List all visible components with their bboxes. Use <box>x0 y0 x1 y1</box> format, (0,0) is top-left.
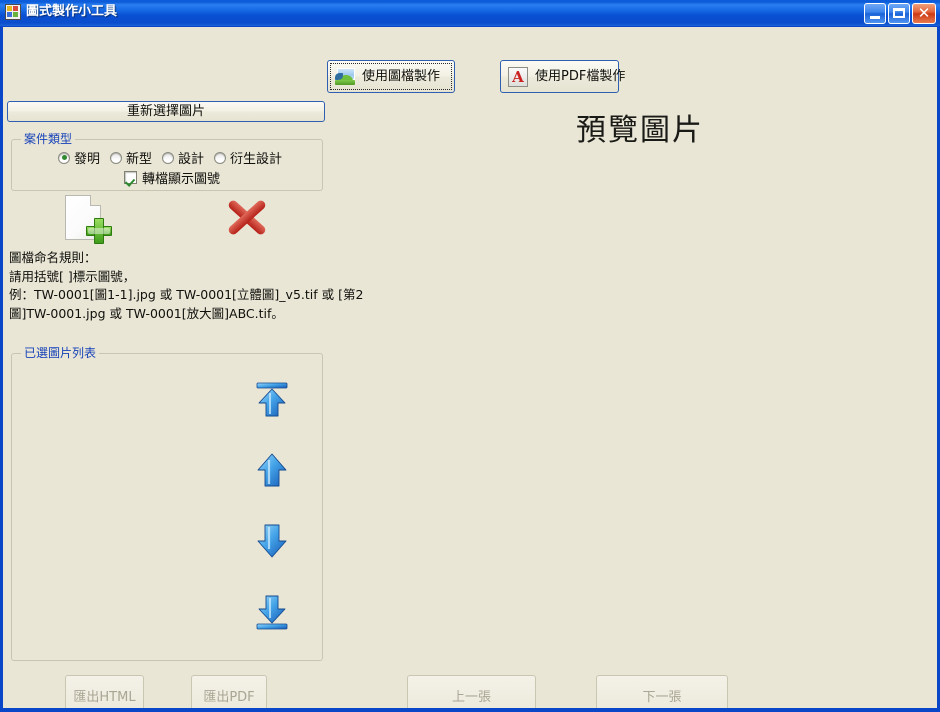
move-to-bottom-button[interactable] <box>252 592 292 632</box>
case-type-title: 案件類型 <box>21 132 76 146</box>
previous-image-button[interactable]: 上一張 <box>407 675 536 708</box>
close-button[interactable]: ✕ <box>912 3 936 24</box>
next-image-button[interactable]: 下一張 <box>596 675 728 708</box>
checkbox-label: 轉檔顯示圖號 <box>142 172 221 187</box>
radio-derivative-design[interactable]: 衍生設計 <box>214 148 282 167</box>
naming-rules-line-1: 圖檔命名規則： <box>9 250 97 265</box>
next-image-label: 下一張 <box>642 690 682 705</box>
selected-images-groupbox: 已選圖片列表 <box>11 346 323 661</box>
use-image-file-button[interactable]: 使用圖檔製作 <box>327 60 455 93</box>
close-icon: ✕ <box>917 4 931 22</box>
window-title: 圖式製作小工具 <box>26 4 118 19</box>
application-window: 圖式製作小工具 ✕ 使用圖檔製作 A 使用PDF檔製作 重新選擇圖片 案件類型 … <box>0 0 940 712</box>
reselect-images-button[interactable]: 重新選擇圖片 <box>7 101 325 122</box>
radio-design-dot <box>162 151 175 164</box>
add-file-icon[interactable] <box>63 195 117 245</box>
arrow-to-bottom-icon <box>256 595 288 630</box>
radio-utility-model-dot <box>110 151 123 164</box>
maximize-button[interactable] <box>888 3 910 24</box>
naming-rules-line-2: 請用括號[ ]標示圖號， <box>9 268 136 284</box>
radio-design[interactable]: 設計 <box>162 148 204 167</box>
title-bar-left: 圖式製作小工具 <box>5 3 117 21</box>
naming-rules-line-4: 圖]TW-0001.jpg 或 TW-0001[放大圖]ABC.tif。 <box>9 305 284 321</box>
radio-derivative-design-dot <box>214 151 227 164</box>
radio-invention-dot <box>58 151 70 164</box>
use-pdf-file-label: 使用PDF檔製作 <box>535 69 626 84</box>
selected-images-title: 已選圖片列表 <box>21 346 100 360</box>
case-type-radio-group: 發明 新型 設計 衍生設計 <box>58 148 282 167</box>
use-image-file-label: 使用圖檔製作 <box>362 69 441 84</box>
minimize-icon <box>870 16 880 19</box>
arrow-to-top-icon <box>256 382 288 417</box>
picture-icon <box>335 68 355 85</box>
radio-invention[interactable]: 發明 <box>58 148 100 167</box>
client-area: 使用圖檔製作 A 使用PDF檔製作 重新選擇圖片 案件類型 發明 新型 設計 衍… <box>3 27 937 708</box>
arrow-down-icon <box>257 524 287 558</box>
radio-utility-model[interactable]: 新型 <box>110 148 152 167</box>
preview-title: 預覽圖片 <box>576 113 704 148</box>
radio-invention-label: 發明 <box>74 152 101 167</box>
app-icon <box>5 4 21 20</box>
case-type-groupbox: 案件類型 發明 新型 設計 衍生設計 轉檔顯示圖號 <box>11 132 323 191</box>
show-figure-number-checkbox[interactable]: 轉檔顯示圖號 <box>124 168 220 187</box>
title-bar: 圖式製作小工具 ✕ <box>0 0 940 27</box>
move-down-button[interactable] <box>252 521 292 561</box>
export-html-button[interactable]: 匯出HTML <box>65 675 144 708</box>
export-pdf-button[interactable]: 匯出PDF <box>191 675 267 708</box>
document-fold <box>90 195 101 206</box>
previous-image-label: 上一張 <box>451 690 491 705</box>
preview-image-area[interactable] <box>343 147 928 652</box>
radio-utility-model-label: 新型 <box>126 152 153 167</box>
use-pdf-file-button[interactable]: A 使用PDF檔製作 <box>500 60 625 93</box>
naming-rules-text: 圖檔命名規則： 請用括號[ ]標示圖號， 例：TW-0001[圖1-1].jpg… <box>9 249 364 323</box>
reselect-images-label: 重新選擇圖片 <box>126 104 205 119</box>
move-up-button[interactable] <box>252 450 292 490</box>
naming-rules-line-3: 例：TW-0001[圖1-1].jpg 或 TW-0001[立體圖]_v5.ti… <box>9 287 364 302</box>
export-pdf-label: 匯出PDF <box>203 690 255 705</box>
plus-badge-icon <box>85 217 113 245</box>
arrow-up-icon <box>257 453 287 487</box>
checkbox-box <box>124 171 137 184</box>
minimize-button[interactable] <box>864 3 886 24</box>
move-to-top-button[interactable] <box>252 380 292 420</box>
delete-red-x-icon[interactable] <box>221 191 273 243</box>
radio-design-label: 設計 <box>178 152 205 167</box>
radio-derivative-design-label: 衍生設計 <box>230 152 283 167</box>
export-html-label: 匯出HTML <box>73 690 136 705</box>
window-controls: ✕ <box>864 3 936 24</box>
maximize-icon <box>893 8 905 18</box>
pdf-icon: A <box>508 66 528 87</box>
